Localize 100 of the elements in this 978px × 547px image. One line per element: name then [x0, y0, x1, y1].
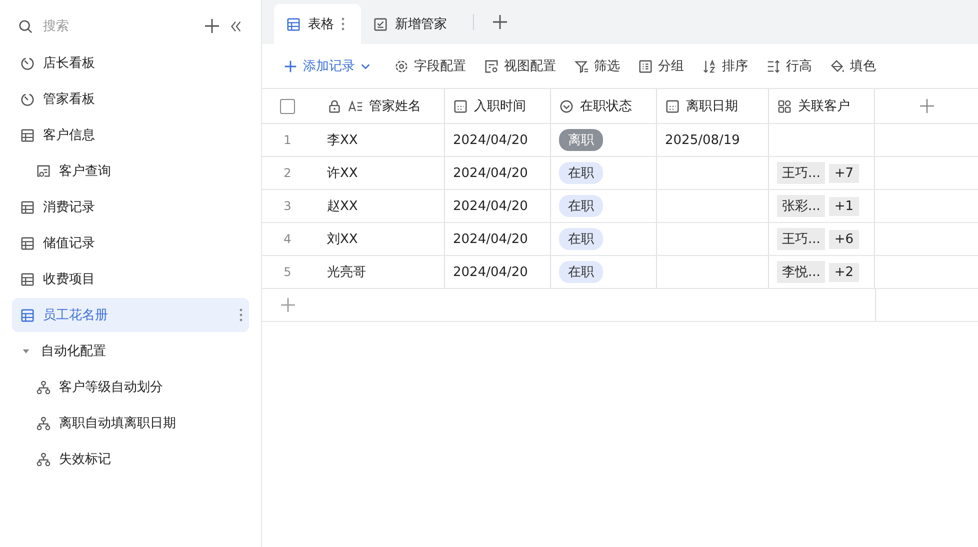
caret-icon[interactable]	[22, 347, 30, 355]
sidebar-item[interactable]: 失效标记	[12, 442, 249, 476]
table-cell-text: 光亮哥	[327, 264, 366, 281]
table-cell: 2024/04/20	[453, 264, 528, 280]
table-cell-text: 刘XX	[327, 231, 358, 248]
more-count: +7	[829, 164, 859, 182]
status-tag: 在职	[559, 228, 603, 250]
toolbar-button[interactable]: 行高	[757, 53, 821, 79]
toolbar-button[interactable]: 视图配置	[475, 53, 565, 79]
sidebar-item[interactable]: 店长看板	[12, 46, 249, 80]
table-icon	[20, 272, 35, 286]
filter-icon	[574, 58, 589, 74]
flow-icon	[36, 380, 51, 394]
calendar-icon	[665, 98, 680, 114]
table-cell: 2024/04/20	[453, 232, 528, 246]
nav-label: 收费项目	[43, 271, 96, 288]
dashboard-icon	[20, 56, 35, 70]
customer-chip: 王巧...	[777, 162, 826, 184]
nav-label: 客户等级自动划分	[59, 379, 164, 396]
view-settings-icon	[484, 58, 499, 74]
table-cell-text: 许XX	[327, 165, 358, 182]
gear-icon	[394, 58, 409, 74]
nav-label: 消费记录	[43, 199, 96, 216]
flow-icon	[36, 416, 51, 430]
sidebar-item[interactable]: 客户信息	[12, 118, 249, 152]
status-tag: 在职	[559, 261, 603, 283]
sidebar-item[interactable]: 客户等级自动划分	[12, 370, 249, 404]
select-all-checkbox[interactable]	[280, 98, 295, 114]
search-icon	[18, 18, 33, 34]
row-number: 5	[284, 265, 292, 279]
sidebar-item[interactable]: 员工花名册	[12, 298, 249, 332]
add-tab-icon[interactable]	[492, 14, 508, 30]
table-icon	[20, 128, 35, 142]
collapse-icon[interactable]	[228, 18, 243, 34]
toolbar-button[interactable]: 排序	[693, 53, 757, 79]
nav-label: 离职自动填离职日期	[59, 415, 177, 432]
add-icon[interactable]	[204, 18, 220, 34]
nav-label: 失效标记	[59, 451, 112, 468]
plus-icon	[283, 58, 298, 74]
sidebar-item[interactable]: 自动化配置	[12, 334, 249, 368]
sidebar-item[interactable]: 储值记录	[12, 226, 249, 260]
nav-label: 员工花名册	[43, 307, 109, 324]
column-header[interactable]: 离职日期	[657, 89, 769, 123]
nav-label: 客户信息	[43, 127, 96, 144]
add-row-icon[interactable]	[280, 297, 296, 313]
text-field-icon	[348, 98, 363, 114]
row-height-icon	[766, 58, 781, 74]
status-tag: 在职	[559, 195, 603, 217]
nav-label: 自动化配置	[41, 343, 107, 360]
sidebar-item[interactable]: 消费记录	[12, 190, 249, 224]
more-count: +2	[829, 262, 859, 282]
checkbox-form-icon	[373, 16, 388, 32]
table-cell: 2024/04/20	[453, 166, 528, 180]
table-cell-text: 赵XX	[327, 198, 358, 215]
table-icon	[20, 200, 35, 214]
add-column-icon[interactable]	[918, 98, 934, 114]
view-tab[interactable]: 表格	[274, 4, 361, 44]
more-icon[interactable]	[341, 17, 345, 31]
toolbar-button[interactable]: 填色	[821, 53, 885, 79]
sidebar-item[interactable]: 收费项目	[12, 262, 249, 296]
column-header[interactable]: 管家姓名	[319, 89, 445, 123]
list-icon	[638, 58, 653, 74]
grid-link-icon	[777, 98, 792, 114]
table-icon	[286, 16, 301, 32]
status-tag: 离职	[559, 129, 603, 151]
sort-icon	[702, 58, 717, 74]
dashboard-icon	[20, 92, 35, 106]
nav-label: 店长看板	[43, 55, 96, 72]
column-header[interactable]: 在职状态	[551, 89, 657, 123]
table-icon	[20, 236, 35, 250]
row-number: 4	[284, 232, 292, 246]
nav-label: 客户查询	[59, 163, 112, 180]
calendar-icon	[453, 98, 468, 114]
sidebar-item[interactable]: 管家看板	[12, 82, 249, 116]
column-header[interactable]: 关联客户	[769, 89, 875, 123]
table-cell: 2024/04/20	[453, 132, 528, 148]
status-tag: 在职	[559, 162, 603, 184]
view-tab[interactable]: 新增管家	[361, 4, 463, 44]
add-record-button[interactable]: 添加记录	[274, 53, 385, 79]
more-icon[interactable]	[239, 308, 243, 322]
nav-label: 储值记录	[43, 235, 96, 252]
dropdown-circle-icon	[559, 98, 574, 114]
paint-bucket-icon	[830, 58, 845, 74]
flow-icon	[36, 452, 51, 466]
table-cell: 2025/08/19	[665, 132, 740, 148]
column-header[interactable]: 入职时间	[445, 89, 551, 123]
toolbar-button[interactable]: 筛选	[565, 53, 629, 79]
more-count: +6	[829, 230, 859, 248]
sidebar-item[interactable]: 离职自动填离职日期	[12, 406, 249, 440]
table-icon	[20, 308, 35, 322]
customer-chip: 王巧...	[777, 228, 826, 250]
row-number: 1	[284, 133, 292, 147]
nav-label: 管家看板	[43, 91, 96, 108]
table-cell: 2024/04/20	[453, 198, 528, 214]
toolbar-button[interactable]: 分组	[629, 53, 693, 79]
search-field[interactable]: 搜索	[41, 18, 196, 34]
row-number: 2	[284, 166, 292, 180]
row-number: 3	[284, 199, 292, 213]
sidebar-item[interactable]: 客户查询	[12, 154, 249, 188]
toolbar-button[interactable]: 字段配置	[385, 53, 475, 79]
